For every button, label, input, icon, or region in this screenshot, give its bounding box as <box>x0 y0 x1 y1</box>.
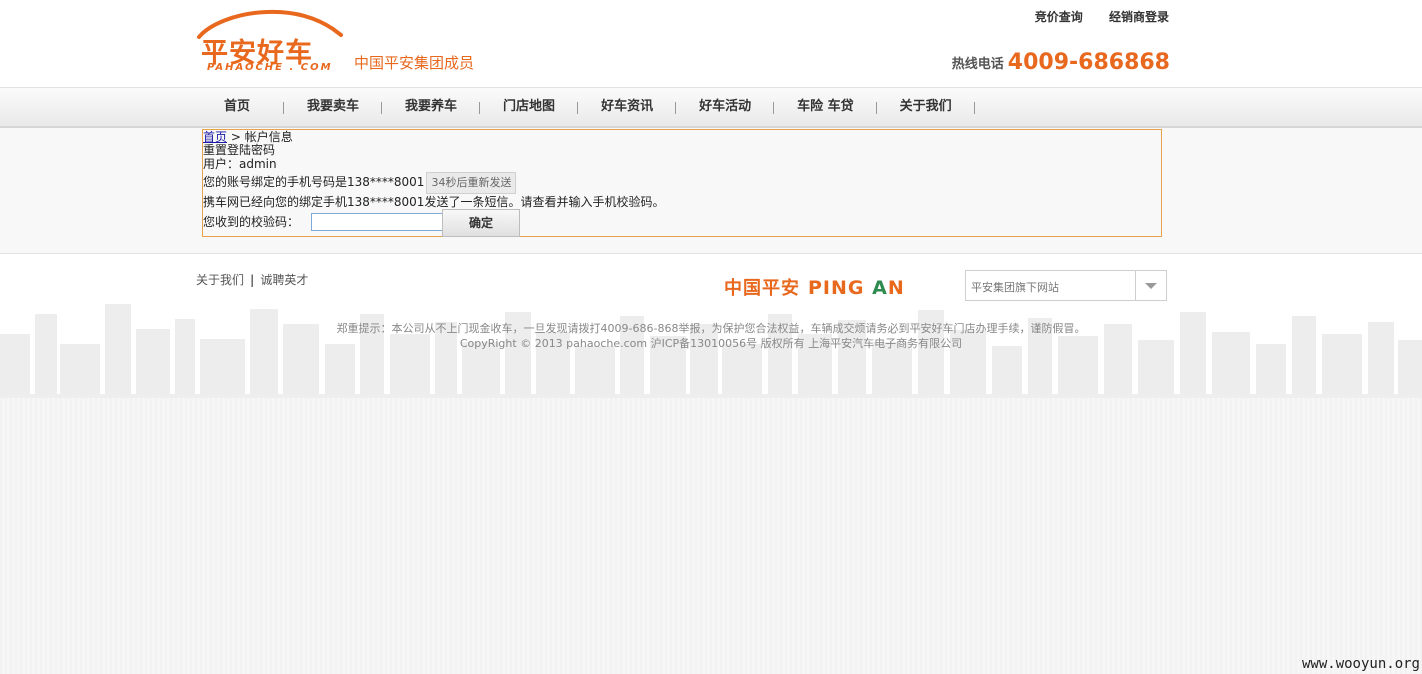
nav-insurance-loan[interactable]: 车险 车贷 <box>774 88 877 126</box>
footer-links: 关于我们 | 诚聘英才 <box>196 271 308 288</box>
main-nav: 首页 我要卖车 我要养车 门店地图 好车资讯 好车活动 车险 车贷 关于我们 <box>0 88 1422 128</box>
nav-about[interactable]: 关于我们 <box>877 88 975 126</box>
sms-notice: 携车网已经向您的绑定手机138****8001发送了一条短信。请查看并输入手机校… <box>203 195 665 209</box>
group-tagline: 中国平安集团成员 <box>354 54 475 72</box>
group-sites-select-value: 平安集团旗下网站 <box>971 281 1059 294</box>
resend-sms-button[interactable]: 34秒后重新发送 <box>426 171 517 194</box>
nav-sell-car[interactable]: 我要卖车 <box>284 88 383 126</box>
group-sites-select[interactable]: 平安集团旗下网站 <box>965 270 1167 301</box>
pingan-logo-cn: 中国平安 <box>724 278 800 299</box>
fraud-warning-notice: 郑重提示：本公司从不上门现金收车，一旦发现请拨打4009-686-868举报，为… <box>336 322 1086 335</box>
auction-query-link[interactable]: 竞价查询 <box>1035 10 1083 24</box>
site-footer: 关于我们 | 诚聘英才 中国平安 PING AN 平安集团旗下网站 郑重提示：本公司从… <box>0 254 1422 398</box>
code-label: 您收到的校验码： <box>203 215 300 229</box>
nav-store-map[interactable]: 门店地图 <box>480 88 579 126</box>
footer-about-link[interactable]: 关于我们 <box>196 273 244 287</box>
reset-password-panel: 首页 > 帐户信息 重置登陆密码 用户：admin 您的账号绑定的手机号码是13… <box>202 129 1162 237</box>
source-watermark: www.wooyun.org <box>1301 656 1420 672</box>
confirm-button[interactable]: 确定 <box>442 209 520 237</box>
page-background <box>0 398 1422 674</box>
site-header: 平安好车 PAHAOCHE . COM 中国平安集团成员 竞价查询 经销商登录 … <box>0 0 1422 88</box>
hotline-number: 4009-686868 <box>1007 50 1170 75</box>
breadcrumb-home-link[interactable]: 首页 <box>203 130 227 144</box>
footer-link-separator: | <box>250 273 255 287</box>
content-area: 首页 > 帐户信息 重置登陆密码 用户：admin 您的账号绑定的手机号码是13… <box>0 128 1422 254</box>
breadcrumb-current: > 帐户信息 <box>227 130 293 144</box>
footer-careers-link[interactable]: 诚聘英才 <box>260 273 308 287</box>
hotline-label: 热线电话 <box>951 57 1004 72</box>
logo-domain: PAHAOCHE . COM <box>207 62 333 73</box>
hotline: 热线电话 4009-686868 <box>952 50 1170 75</box>
nav-news[interactable]: 好车资讯 <box>578 88 677 126</box>
phone-line: 您的账号绑定的手机号码是138****8001 34秒后重新发送 <box>203 171 517 194</box>
pingan-logo[interactable]: 中国平安 PING AN <box>724 274 905 300</box>
pingan-logo-en: PING AN <box>808 277 905 299</box>
verification-code-input[interactable] <box>311 213 443 231</box>
user-line: 用户：admin <box>203 157 277 171</box>
bound-phone-text: 您的账号绑定的手机号码是138****8001 <box>203 175 425 189</box>
copyright-text: CopyRight © 2013 pahaoche.com 沪ICP备13010… <box>459 337 963 350</box>
site-logo[interactable]: 平安好车 PAHAOCHE . COM <box>195 9 343 77</box>
dealer-login-link[interactable]: 经销商登录 <box>1109 10 1169 24</box>
nav-home[interactable]: 首页 <box>190 88 285 126</box>
top-links: 竞价查询 经销商登录 <box>1013 8 1169 25</box>
page-title: 重置登陆密码 <box>203 143 276 157</box>
chevron-down-icon[interactable] <box>1135 271 1166 300</box>
nav-events[interactable]: 好车活动 <box>676 88 775 126</box>
nav-car-care[interactable]: 我要养车 <box>382 88 481 126</box>
